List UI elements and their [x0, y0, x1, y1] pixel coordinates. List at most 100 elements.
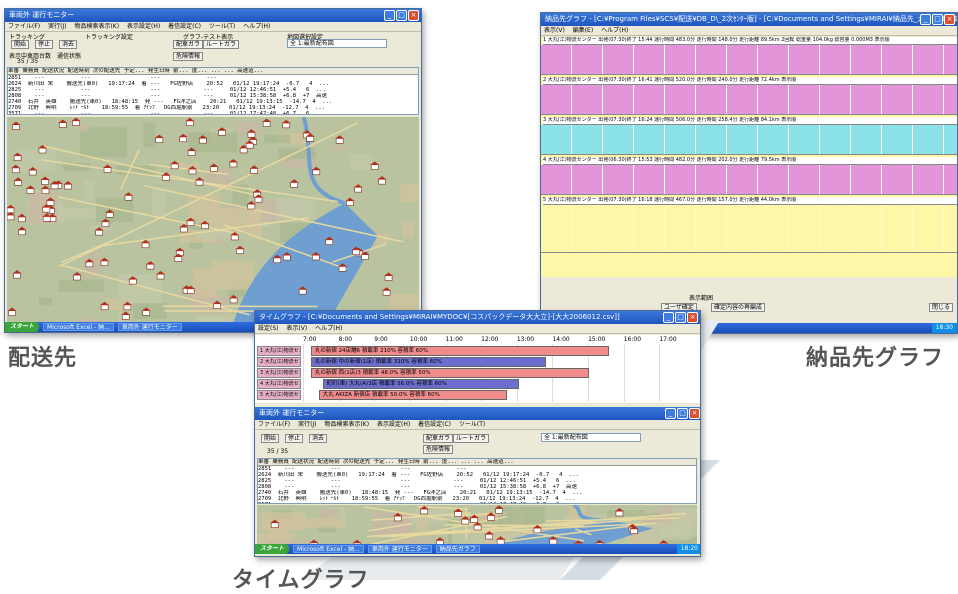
column-header[interactable]: 乗務員: [22, 68, 42, 74]
vehicle-row-label[interactable]: 5 大丸(江)物流センター5: [257, 390, 301, 400]
stop-button[interactable]: 停止: [285, 434, 303, 443]
column-header[interactable]: 度...: [442, 459, 461, 465]
column-header[interactable]: 発生日時: [398, 459, 423, 465]
menu-item[interactable]: 表示(V): [544, 27, 565, 34]
time-tick-label: 11:00: [446, 336, 463, 343]
vehicle-row-label[interactable]: 4 大丸(江)物流センター4: [257, 379, 301, 389]
schedule-bar[interactable]: 丸の新宿 24店舗6 積載率 210% 容積率 60%: [311, 346, 609, 356]
column-header[interactable]: 予定...: [124, 68, 148, 74]
menu-item[interactable]: 表示(V): [286, 325, 307, 332]
menu-item[interactable]: 物品検索表示(K): [324, 421, 369, 428]
column-header[interactable]: ...: [474, 459, 487, 465]
taskbar-item[interactable]: 納品先ガラフ: [436, 545, 480, 553]
map-select-dropdown[interactable]: 全 1:最新配布図: [287, 39, 387, 48]
dispatch-graph-button[interactable]: 配車ガラ: [173, 40, 203, 49]
column-header[interactable]: 乗務員: [272, 459, 292, 465]
start-menu-button[interactable]: スタート: [5, 322, 39, 332]
column-header[interactable]: 次の配送先: [343, 459, 374, 465]
route-graph-button[interactable]: ルートガラ: [453, 434, 489, 443]
clear-button[interactable]: 消去: [309, 434, 327, 443]
column-header[interactable]: ...: [461, 459, 474, 465]
column-header[interactable]: 配送時刻: [317, 459, 342, 465]
menu-item[interactable]: ヘルプ(H): [601, 27, 628, 34]
clear-button[interactable]: 消去: [59, 40, 77, 49]
column-header[interactable]: 予定...: [374, 459, 398, 465]
danger-info-button[interactable]: 危険情報: [423, 445, 453, 454]
vehicle-band[interactable]: 5 大丸(江)物流センター 出発(07:30)終了 16:18 運行時間 467…: [541, 197, 958, 253]
schedule-bar[interactable]: 丸の新宿 中の新宿(1店) 積載率 310% 容積率 60%: [311, 357, 546, 367]
column-header[interactable]: 前...: [423, 459, 442, 465]
close-button[interactable]: 閉じる: [929, 303, 953, 312]
vehicle-row-label[interactable]: 2 大丸(江)物流センター2: [257, 357, 301, 367]
menu-item[interactable]: 表示設定(H): [127, 23, 160, 30]
stop-button[interactable]: 停止: [35, 40, 53, 49]
table-row[interactable]: 3571 --- --- --- --- 01/12 17:47:48 +6.7…: [8, 111, 418, 115]
menu-item[interactable]: ファイル(F): [8, 23, 40, 30]
taskbar-item[interactable]: Microsoft Excel - 納...: [293, 545, 364, 553]
menu-item[interactable]: 物品検索表示(K): [74, 23, 119, 30]
column-header[interactable]: 次の配送先: [93, 68, 124, 74]
danger-info-button[interactable]: 危険情報: [173, 52, 203, 61]
minimize-icon[interactable]: _: [384, 10, 395, 21]
dispatch-graph-button[interactable]: 配車ガラ: [423, 434, 453, 443]
maximize-icon[interactable]: □: [932, 14, 943, 25]
menu-item[interactable]: ヘルプ(H): [243, 23, 270, 30]
route-graph-button[interactable]: ルートガラ: [203, 40, 239, 49]
minimize-icon[interactable]: _: [663, 312, 674, 323]
schedule-bar[interactable]: 丸の新宿 西(1店)3 積載率 48.0% 容積率 50%: [311, 368, 589, 378]
start-button[interactable]: 開始: [11, 40, 29, 49]
menu-item[interactable]: 実行(J): [298, 421, 316, 428]
column-header[interactable]: 配送時刻: [67, 68, 92, 74]
taskbar-item[interactable]: 車両外 運行モニター: [368, 545, 432, 553]
monitor-title: 車両外 運行モニター: [9, 11, 74, 19]
menu-item[interactable]: ツール(T): [459, 421, 485, 428]
column-header[interactable]: 車番: [8, 68, 22, 74]
house-marker-icon: [7, 208, 14, 213]
map-view[interactable]: [7, 117, 419, 322]
maximize-icon[interactable]: □: [396, 10, 407, 21]
column-header[interactable]: 配送状況: [42, 68, 67, 74]
vehicle-row-label[interactable]: 1 大丸(江)物流センター1: [257, 346, 301, 356]
menu-item[interactable]: ファイル(F): [258, 421, 290, 428]
column-header[interactable]: 車番: [258, 459, 272, 465]
inner-map-view[interactable]: [257, 505, 697, 545]
schedule-bar[interactable]: 大丸 AKIZA 新宿店 積載率 50.0% 容積率 60%: [319, 390, 507, 400]
schedule-bar[interactable]: 町町(車) 大丸(A)3店 積載率 56.0% 容積率 60%: [323, 379, 519, 389]
table-row[interactable]: 3571 --- --- --- --- 01/12 17:47:48 +6.7…: [258, 502, 696, 504]
vehicle-band[interactable]: 1 大丸(江)物流センター 出発(07:30)終了 15:44 運行時間 483…: [541, 37, 958, 75]
map-select-dropdown[interactable]: 全 1:最新配布図: [541, 433, 641, 442]
menu-item[interactable]: 編集(E): [573, 27, 593, 34]
minimize-icon[interactable]: _: [920, 14, 931, 25]
maximize-icon[interactable]: □: [677, 408, 688, 419]
column-header[interactable]: 度...: [192, 68, 211, 74]
start-button[interactable]: 開始: [261, 434, 279, 443]
menu-item[interactable]: 設定(S): [258, 325, 279, 332]
menu-item[interactable]: 表示設定(H): [377, 421, 410, 428]
vehicle-row-label[interactable]: 3 大丸(江)物流センター3: [257, 368, 301, 378]
column-header[interactable]: 前...: [173, 68, 192, 74]
vehicle-band[interactable]: 4 大丸(江)物流センター 出発(06:30)終了 15:53 運行時間 482…: [541, 157, 958, 195]
vehicle-band[interactable]: 3 大丸(江)物流センター 出発(07:30)終了 16:24 運行時間 506…: [541, 117, 958, 155]
column-header[interactable]: ...: [211, 68, 224, 74]
close-icon[interactable]: ×: [408, 10, 419, 21]
menu-item[interactable]: ヘルプ(H): [315, 325, 342, 332]
close-icon[interactable]: ×: [687, 312, 698, 323]
menu-item[interactable]: 着信設定(C): [418, 421, 451, 428]
close-icon[interactable]: ×: [944, 14, 955, 25]
vehicle-band[interactable]: 2 大丸(江)物流センター 出発(07:30)終了 16:41 運行時間 520…: [541, 77, 958, 115]
column-header[interactable]: 高速道...: [487, 459, 513, 465]
column-header[interactable]: 発生日時: [148, 68, 173, 74]
start-menu-button[interactable]: スタート: [255, 544, 289, 554]
maximize-icon[interactable]: □: [675, 312, 686, 323]
menu-item[interactable]: 実行(J): [48, 23, 66, 30]
column-header[interactable]: 配送状況: [292, 459, 317, 465]
minimize-icon[interactable]: _: [665, 408, 676, 419]
menu-item[interactable]: ツール(T): [209, 23, 235, 30]
taskbar-item[interactable]: 車両外 運行モニター: [118, 323, 182, 331]
menu-item[interactable]: 着信設定(C): [168, 23, 201, 30]
close-icon[interactable]: ×: [689, 408, 700, 419]
column-header[interactable]: 高速道...: [237, 68, 263, 74]
column-header[interactable]: ...: [224, 68, 237, 74]
taskbar-item[interactable]: Microsoft Excel - 納...: [43, 323, 114, 331]
reorganize-button[interactable]: 確定内容の再編成: [711, 303, 765, 312]
